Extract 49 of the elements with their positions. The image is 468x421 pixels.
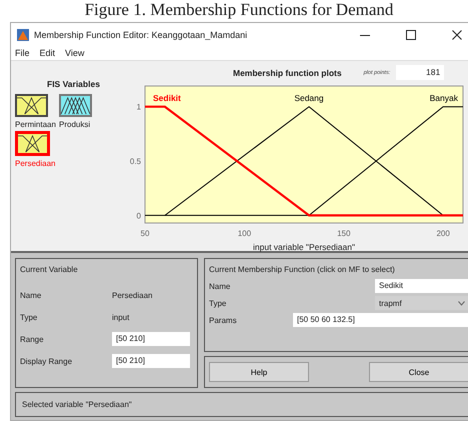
plot-points-field[interactable]: 181 xyxy=(396,65,444,80)
field-value: Persediaan xyxy=(112,290,152,300)
dialog-button[interactable]: Help xyxy=(209,362,309,382)
field-value: input xyxy=(112,312,130,322)
field-label: Name xyxy=(209,282,232,290)
window-title: Membership Function Editor: Keanggotaan_Mamdani xyxy=(34,30,248,40)
field-label: Name xyxy=(20,290,42,300)
maximize-icon[interactable] xyxy=(406,30,416,40)
name-field[interactable]: Sedikit xyxy=(375,279,468,293)
status-text: Selected variable "Persediaan" xyxy=(22,400,132,409)
field-label: Type xyxy=(20,312,38,322)
x-tick-label: 100 xyxy=(238,229,252,238)
mf-label[interactable]: Banyak xyxy=(430,93,458,103)
menu-item[interactable]: File xyxy=(15,48,30,58)
field-label: Type xyxy=(209,298,228,308)
plot-title: Membership function plots xyxy=(233,68,342,78)
app-icon xyxy=(17,28,29,40)
x-tick-label: 200 xyxy=(436,229,450,238)
params-field[interactable]: [50 50 60 132.5] xyxy=(293,313,468,327)
field-label: Params xyxy=(209,316,238,324)
type-dropdown[interactable]: trapmf xyxy=(375,296,468,310)
y-tick-label: 1 xyxy=(136,102,141,112)
x-tick-label: 150 xyxy=(337,229,350,238)
y-tick-label: 0 xyxy=(136,211,141,220)
variable-icon[interactable] xyxy=(15,131,50,156)
variable-icon[interactable] xyxy=(59,94,92,117)
mf-label[interactable]: Sedang xyxy=(294,93,324,103)
axis-label: input variable "Persediaan" xyxy=(253,242,355,252)
field-label: Range xyxy=(20,334,45,344)
section-title: FIS Variables xyxy=(46,78,101,91)
menu-item[interactable]: View xyxy=(65,48,84,58)
range-field[interactable]: [50 210] xyxy=(112,354,190,368)
mf-label[interactable]: Sedikit xyxy=(153,93,181,103)
membership-curve[interactable] xyxy=(308,106,464,216)
figure-caption: Figure 1. Membership Functions for Demand xyxy=(84,0,394,21)
panel-title: Current Membership Function (click on MF to select) xyxy=(209,265,396,274)
field-label: Display Range xyxy=(20,356,74,366)
chevron-icon xyxy=(458,300,465,306)
menu-item[interactable]: Edit xyxy=(40,48,56,58)
variable-label: Produksi xyxy=(59,120,90,129)
variable-label: Persediaan xyxy=(15,159,56,168)
variable-label: Permintaan xyxy=(15,120,56,129)
dialog-button[interactable]: Close xyxy=(369,362,468,382)
y-tick-label: 0.5 xyxy=(130,157,141,166)
x-tick-label: 50 xyxy=(140,229,150,238)
range-field[interactable]: [50 210] xyxy=(112,332,190,346)
variable-icon[interactable] xyxy=(15,94,48,117)
panel-title: Current Variable xyxy=(20,265,79,274)
close-icon[interactable] xyxy=(452,30,462,40)
